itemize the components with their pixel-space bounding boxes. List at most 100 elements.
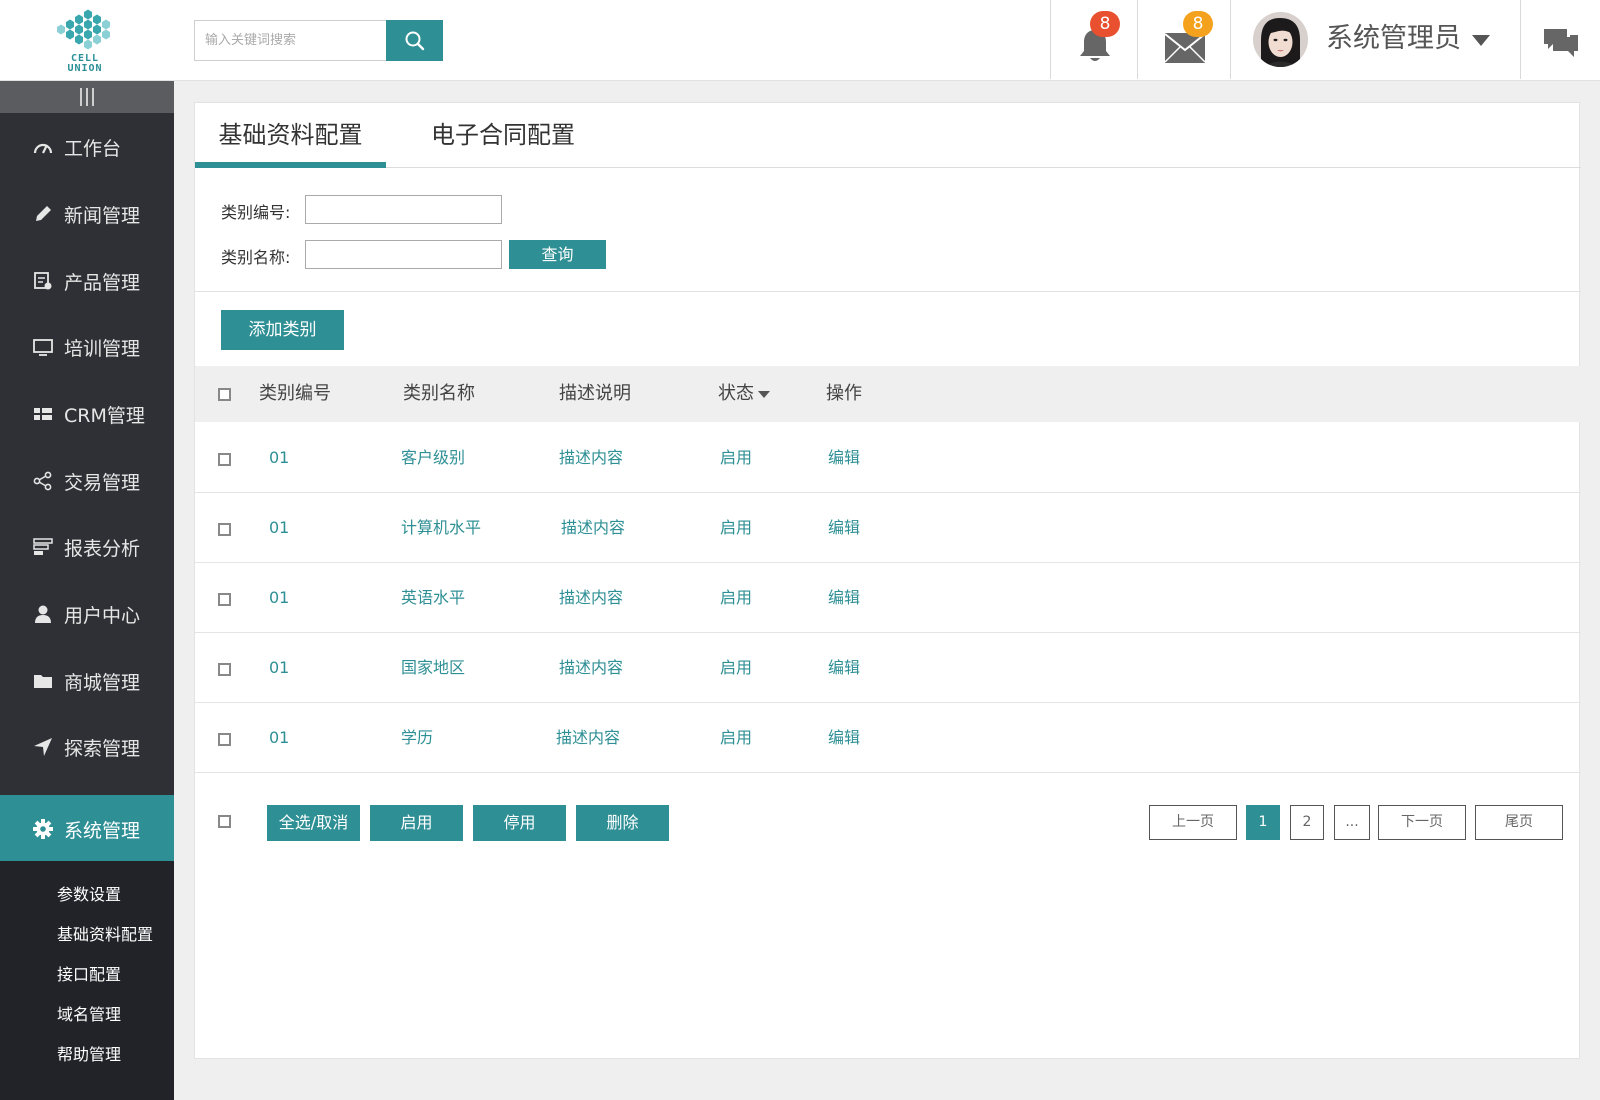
user-avatar-icon [1253,12,1308,67]
toggle-bar [92,88,94,106]
sidebar-item-label: CRM管理 [64,404,145,427]
table-header: 类别编号 类别名称 描述说明 状态 操作 [195,366,1581,422]
sidebar-item-training[interactable]: 培训管理 [0,313,174,381]
page-ellipsis[interactable]: ... [1334,805,1370,840]
sidebar-item-system[interactable]: 系统管理 [0,795,174,863]
main-panel: 基础资料配置 电子合同配置 类别编号: 类别名称: 查询 添加类别 类别编号 类… [194,102,1581,1059]
sub-item-help[interactable]: 帮助管理 [57,1041,121,1065]
header-divider [1230,0,1231,79]
cell-name: 英语水平 [401,588,466,607]
sub-item-interface[interactable]: 接口配置 [57,961,121,985]
table-row: 01 英语水平 描述内容 启用 编辑 [195,563,1581,633]
row-checkbox[interactable] [218,663,231,676]
select-all-checkbox[interactable] [218,388,231,401]
user-icon [32,603,54,625]
row-checkbox[interactable] [218,523,231,536]
toggle-bar [80,88,82,106]
toggle-bar [86,88,88,106]
row-checkbox[interactable] [218,593,231,606]
edit-link[interactable]: 编辑 [828,493,860,563]
sidebar-toggle[interactable] [0,81,174,113]
sidebar-item-news[interactable]: 新闻管理 [0,180,174,248]
row-checkbox[interactable] [218,733,231,746]
edit-link[interactable]: 编辑 [828,703,860,773]
top-header: CELL UNION 8 8 [0,0,1600,81]
row-checkbox[interactable] [218,453,231,466]
cell-name: 客户级别 [401,448,466,467]
sidebar-item-products[interactable]: 产品管理 [0,247,174,315]
sidebar-item-explore[interactable]: 探索管理 [0,713,174,781]
disable-button[interactable]: 停用 [473,805,566,841]
notification-badge: 8 [1090,11,1120,37]
cell-status: 启用 [720,518,753,537]
sidebar-item-label: 商城管理 [64,671,141,694]
sort-caret-icon[interactable] [758,390,770,398]
tab-bar: 基础资料配置 电子合同配置 [195,103,1581,168]
last-page-button[interactable]: 尾页 [1475,805,1563,840]
table-row: 01 学历 描述内容 启用 编辑 [195,703,1581,773]
sub-item-parameters[interactable]: 参数设置 [57,881,121,905]
sub-item-basic-data[interactable]: 基础资料配置 [57,921,153,945]
enable-button[interactable]: 启用 [370,805,463,841]
message-button[interactable]: 8 [1162,11,1213,64]
sub-item-domain[interactable]: 域名管理 [57,1001,121,1025]
table-row: 01 国家地区 描述内容 启用 编辑 [195,633,1581,703]
category-name-input[interactable] [305,240,502,269]
column-header-name: 类别名称 [403,383,475,404]
prev-page-button[interactable]: 上一页 [1149,805,1237,840]
sidebar-item-crm[interactable]: CRM管理 [0,380,174,448]
sidebar-item-label: 培训管理 [64,337,141,360]
next-page-button[interactable]: 下一页 [1378,805,1466,840]
sidebar-item-transactions[interactable]: 交易管理 [0,447,174,515]
user-menu-caret-icon[interactable] [1472,35,1490,46]
tab-e-contract[interactable]: 电子合同配置 [408,103,598,168]
chat-button[interactable] [1543,27,1579,63]
bulk-select-checkbox[interactable] [218,815,231,828]
gear-icon [32,818,54,840]
edit-link[interactable]: 编辑 [828,423,860,493]
select-all-button[interactable]: 全选/取消 [267,805,360,841]
add-category-button[interactable]: 添加类别 [221,310,344,350]
query-button[interactable]: 查询 [509,240,606,269]
cell-code: 01 [269,448,290,467]
column-header-actions: 操作 [826,383,862,404]
page-1-button[interactable]: 1 [1246,805,1280,840]
edit-link[interactable]: 编辑 [828,633,860,703]
search-input[interactable] [194,20,386,61]
sidebar: 工作台 新闻管理 产品管理 培训管理 CRM管理 交易管理 报表分析 用户中心 … [0,81,174,1100]
search-icon [405,31,424,50]
cell-description: 描述内容 [556,728,621,747]
category-code-input[interactable] [305,195,502,224]
monitor-icon [32,336,54,358]
user-name[interactable]: 系统管理员 [1326,22,1461,56]
tab-basic-data[interactable]: 基础资料配置 [195,103,386,168]
avatar[interactable] [1253,12,1308,67]
cell-name: 国家地区 [401,658,466,677]
sidebar-item-user-center[interactable]: 用户中心 [0,580,174,648]
search-box [194,20,443,61]
status-header-label: 状态 [718,383,754,404]
cell-code: 01 [269,518,290,537]
cell-code: 01 [269,588,290,607]
navigation-icon [32,736,54,758]
search-button[interactable] [386,20,443,61]
sidebar-item-reports[interactable]: 报表分析 [0,513,174,581]
notification-button[interactable]: 8 [1075,11,1120,64]
sidebar-item-mall[interactable]: 商城管理 [0,647,174,715]
edit-link[interactable]: 编辑 [828,563,860,633]
message-badge: 8 [1183,11,1213,37]
delete-button[interactable]: 删除 [576,805,669,841]
logo-text-line-2: UNION [67,63,103,74]
logo-text: CELL UNION [52,54,118,74]
page-2-button[interactable]: 2 [1290,805,1324,840]
sidebar-item-label: 系统管理 [64,819,141,842]
sidebar-item-workbench[interactable]: 工作台 [0,113,174,181]
cell-name: 计算机水平 [401,518,482,537]
gauge-icon [32,136,54,158]
cell-description: 描述内容 [559,448,624,467]
sidebar-item-label: 探索管理 [64,737,141,760]
cell-union-logo[interactable]: CELL UNION [52,8,118,74]
column-header-status[interactable]: 状态 [718,366,770,422]
cell-description: 描述内容 [559,588,624,607]
cell-status: 启用 [720,448,753,467]
